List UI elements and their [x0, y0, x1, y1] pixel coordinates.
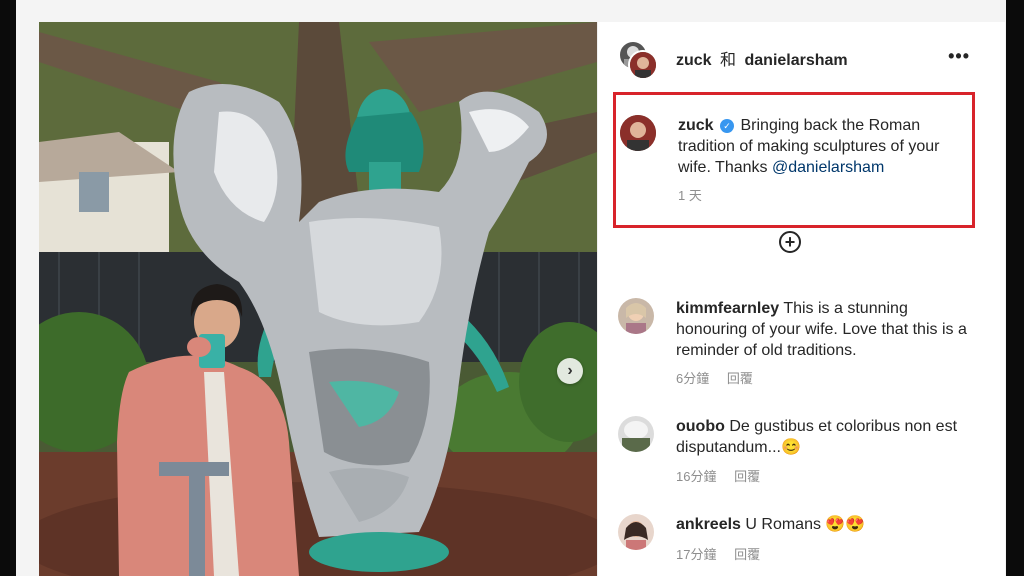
caption-highlight-box: zuck ✓ Bringing back the Roman tradition… [613, 92, 975, 228]
comment-text: ouobo De gustibus et coloribus non est d… [676, 416, 976, 458]
and-label: 和 [720, 52, 737, 69]
comment-text: ankreels U Romans 😍😍 [676, 514, 976, 535]
comment-text: kimmfearnley This is a stunning honourin… [676, 298, 976, 361]
comment-avatar[interactable] [618, 298, 654, 334]
comment-avatar[interactable] [618, 514, 654, 550]
more-horizontal-icon[interactable]: ••• [948, 46, 970, 67]
comment-username[interactable]: ankreels [676, 516, 741, 533]
reply-button[interactable]: 回覆 [727, 371, 753, 386]
post-header: zuck 和 danielarsham ••• [598, 22, 990, 92]
post-side-panel: zuck 和 danielarsham ••• zuck ✓ Bringing … [597, 22, 990, 576]
comment-item: kimmfearnley This is a stunning honourin… [618, 298, 978, 388]
comment-body: U Romans 😍😍 [745, 516, 866, 533]
reply-button[interactable]: 回覆 [734, 547, 760, 562]
caption-username[interactable]: zuck [678, 117, 714, 134]
comment-meta: 16分鐘 回覆 [676, 466, 774, 485]
mention-link[interactable]: @danielarsham [772, 159, 884, 176]
comment-item: ankreels U Romans 😍😍 17分鐘 回覆 [618, 514, 978, 574]
instagram-post: › zuck 和 danielarsham ••• zuck ✓ Bringin… [39, 22, 1005, 576]
sculpture-photo-image [39, 22, 597, 576]
screen-frame [1006, 0, 1024, 576]
caption-text: zuck ✓ Bringing back the Roman tradition… [678, 115, 958, 178]
caption-avatar[interactable] [620, 115, 656, 151]
plus-circle-icon[interactable]: + [779, 231, 801, 253]
comment-item: ouobo De gustibus et coloribus non est d… [618, 416, 978, 486]
comment-username[interactable]: kimmfearnley [676, 300, 779, 317]
comment-time: 6分鐘 [676, 371, 710, 386]
comment-meta: 17分鐘 回覆 [676, 544, 774, 563]
reply-button[interactable]: 回覆 [734, 469, 760, 484]
post-authors: zuck 和 danielarsham [676, 46, 848, 70]
comment-time: 16分鐘 [676, 469, 717, 484]
post-photo: › [39, 22, 597, 576]
verified-badge-icon: ✓ [720, 119, 735, 133]
caption-timestamp: 1 天 [678, 188, 702, 203]
page: › zuck 和 danielarsham ••• zuck ✓ Bringin… [16, 0, 1006, 576]
next-photo-button[interactable]: › [557, 358, 583, 384]
comment-avatar[interactable] [618, 416, 654, 452]
comment-time: 17分鐘 [676, 547, 717, 562]
avatar-zuck [628, 50, 658, 80]
comment-meta: 6分鐘 回覆 [676, 368, 767, 387]
chevron-right-icon: › [567, 362, 573, 379]
collab-avatars[interactable] [618, 40, 658, 80]
comment-username[interactable]: ouobo [676, 418, 725, 435]
author-link-danielarsham[interactable]: danielarsham [745, 52, 848, 69]
author-link-zuck[interactable]: zuck [676, 52, 712, 69]
